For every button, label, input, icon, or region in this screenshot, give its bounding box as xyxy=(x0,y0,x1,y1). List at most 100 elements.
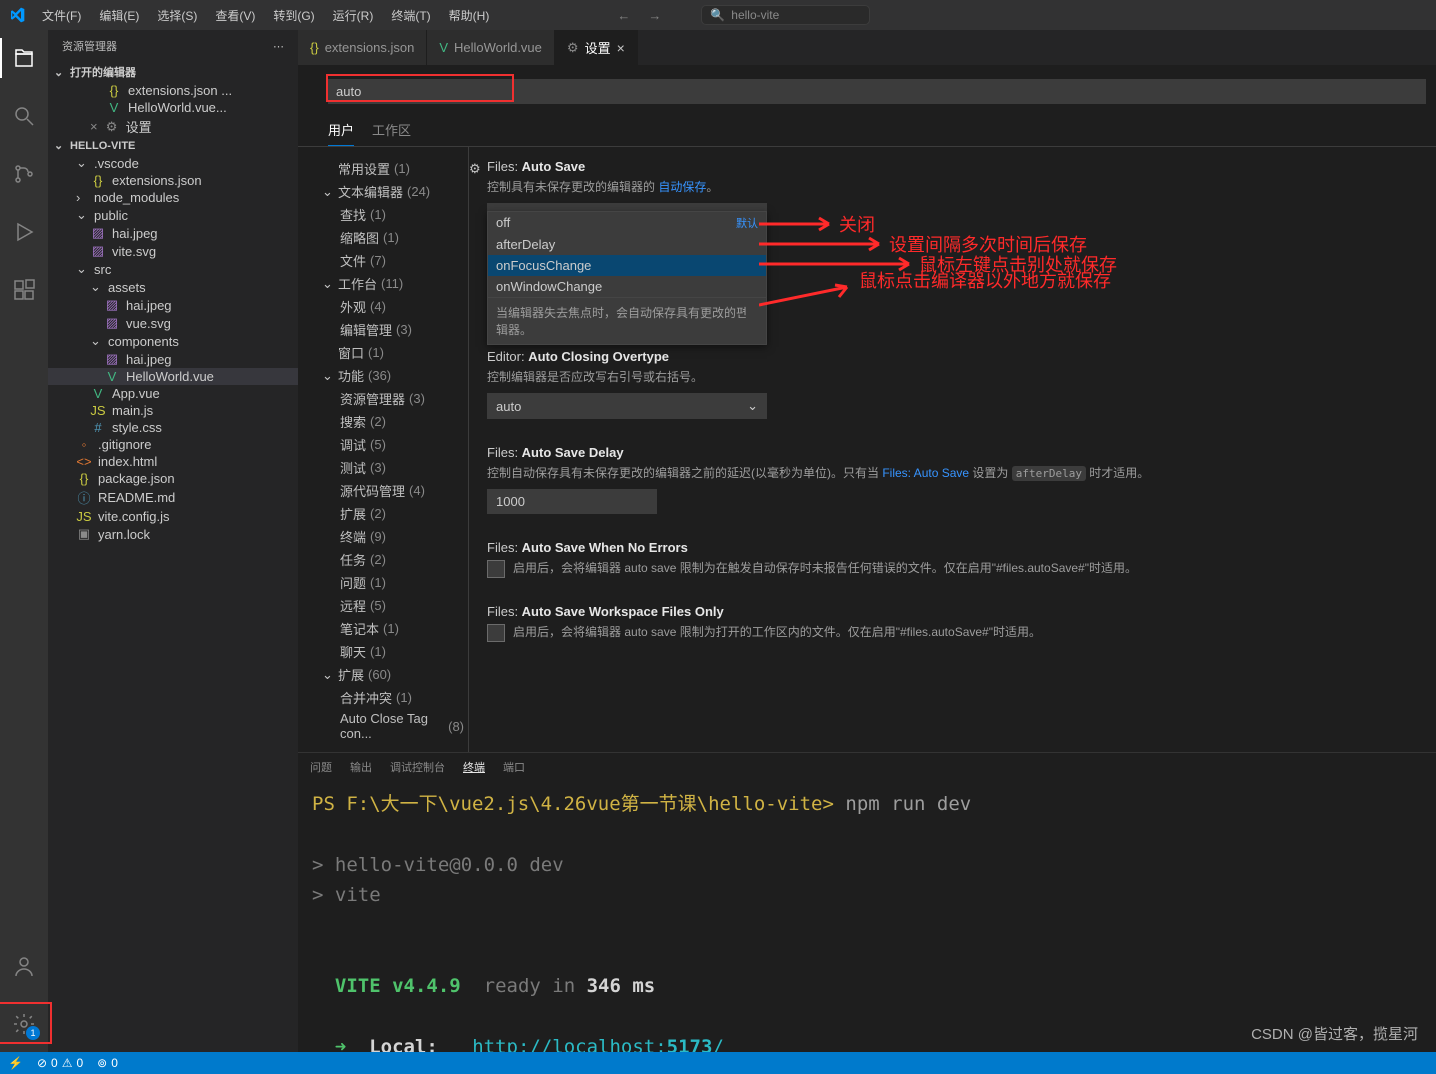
file-item[interactable]: #style.css xyxy=(48,419,298,436)
folder-item[interactable]: ⌄public xyxy=(48,206,298,224)
file-item[interactable]: ▣yarn.lock xyxy=(48,525,298,543)
menu-help[interactable]: 帮助(H) xyxy=(441,3,498,28)
folder-item[interactable]: ⌄.vscode xyxy=(48,154,298,172)
accounts-icon[interactable] xyxy=(0,946,48,986)
settings-nav-item[interactable]: 源代码管理 (4) xyxy=(318,479,468,502)
settings-nav-item[interactable]: 文件 (7) xyxy=(318,249,468,272)
settings-nav-item[interactable]: 扩展 (2) xyxy=(318,502,468,525)
open-editors-section[interactable]: ⌄打开的编辑器 xyxy=(48,62,298,82)
folder-item[interactable]: ⌄assets xyxy=(48,278,298,296)
panel-tab[interactable]: 问题 xyxy=(310,759,332,775)
settings-nav-item[interactable]: ⌄文本编辑器 (24) xyxy=(318,180,468,203)
settings-nav-item[interactable]: 常用设置 (1) xyxy=(318,157,468,180)
project-section[interactable]: ⌄HELLO-VITE xyxy=(48,137,298,154)
forward-icon[interactable]: → xyxy=(648,8,661,23)
more-icon[interactable]: ⋯ xyxy=(273,40,284,53)
source-control-icon[interactable] xyxy=(0,154,48,194)
settings-nav-item[interactable]: ⌄功能 (36) xyxy=(318,364,468,387)
settings-nav-item[interactable]: 聊天 (1) xyxy=(318,640,468,663)
menu-view[interactable]: 查看(V) xyxy=(207,3,263,28)
file-item[interactable]: <>index.html xyxy=(48,453,298,470)
delay-link[interactable]: Files: Auto Save xyxy=(882,466,969,480)
explorer-icon[interactable] xyxy=(0,38,48,78)
settings-nav-item[interactable]: 笔记本 (1) xyxy=(318,617,468,640)
settings-nav-item[interactable]: ⌄扩展 (60) xyxy=(318,663,468,686)
settings-gear-icon[interactable]: 1 xyxy=(0,1004,48,1044)
overtype-select[interactable]: auto ⌄ xyxy=(487,393,767,419)
terminal-output[interactable]: PS F:\大一下\vue2.js\4.26vue第一节课\hello-vite… xyxy=(298,781,1436,1052)
close-icon[interactable]: × xyxy=(617,40,625,56)
menu-edit[interactable]: 编辑(E) xyxy=(91,3,147,28)
settings-nav-item[interactable]: 编辑管理 (3) xyxy=(318,318,468,341)
panel-tab[interactable]: 调试控制台 xyxy=(390,759,445,775)
file-item[interactable]: VApp.vue xyxy=(48,385,298,402)
command-center[interactable]: 🔍 hello-vite xyxy=(701,5,870,25)
dropdown-option[interactable]: afterDelay xyxy=(488,234,766,255)
panel-tab[interactable]: 终端 xyxy=(463,759,485,775)
editor-tab[interactable]: VHelloWorld.vue xyxy=(427,30,555,65)
folder-item[interactable]: ›node_modules xyxy=(48,189,298,206)
dropdown-option[interactable]: onFocusChange xyxy=(488,255,766,276)
scope-user-tab[interactable]: 用户 xyxy=(328,114,354,146)
settings-nav-item[interactable]: 调试 (5) xyxy=(318,433,468,456)
settings-nav-item[interactable]: 终端 (9) xyxy=(318,525,468,548)
settings-nav-item[interactable]: Auto Close Tag con... (8) xyxy=(318,709,468,743)
open-editor-item[interactable]: VHelloWorld.vue... xyxy=(48,99,298,116)
file-item[interactable]: ▨hai.jpeg xyxy=(48,296,298,314)
close-icon[interactable]: × xyxy=(90,119,98,134)
autosave-link[interactable]: 自动保存 xyxy=(658,180,706,194)
menu-go[interactable]: 转到(G) xyxy=(265,3,322,28)
editor-tab[interactable]: {}extensions.json xyxy=(298,30,427,65)
file-item[interactable]: ▨vue.svg xyxy=(48,314,298,332)
noerrors-link[interactable]: auto save xyxy=(624,561,676,575)
settings-nav-item[interactable]: 搜索 (2) xyxy=(318,410,468,433)
settings-nav-item[interactable]: 测试 (3) xyxy=(318,456,468,479)
menu-file[interactable]: 文件(F) xyxy=(34,3,89,28)
settings-nav-item[interactable]: 缩略图 (1) xyxy=(318,226,468,249)
settings-nav-item[interactable]: 窗口 (1) xyxy=(318,341,468,364)
open-editor-item[interactable]: ×⚙设置 xyxy=(48,116,298,137)
dropdown-option[interactable]: onWindowChange xyxy=(488,276,766,297)
file-item[interactable]: JSmain.js xyxy=(48,402,298,419)
folder-item[interactable]: ⌄src xyxy=(48,260,298,278)
panel-tab[interactable]: 端口 xyxy=(503,759,525,775)
file-item[interactable]: ▨vite.svg xyxy=(48,242,298,260)
file-item[interactable]: ◦.gitignore xyxy=(48,436,298,453)
settings-nav-item[interactable]: 问题 (1) xyxy=(318,571,468,594)
file-item[interactable]: ▨hai.jpeg xyxy=(48,350,298,368)
file-item[interactable]: {}package.json xyxy=(48,470,298,487)
extensions-icon[interactable] xyxy=(0,270,48,310)
open-editor-item[interactable]: {}extensions.json ... xyxy=(48,82,298,99)
settings-nav-item[interactable]: 远程 (5) xyxy=(318,594,468,617)
menu-selection[interactable]: 选择(S) xyxy=(149,3,205,28)
search-activity-icon[interactable] xyxy=(0,96,48,136)
workspace-checkbox[interactable] xyxy=(487,624,505,642)
folder-item[interactable]: ⌄components xyxy=(48,332,298,350)
settings-nav-item[interactable]: 合并冲突 (1) xyxy=(318,686,468,709)
status-port[interactable]: ⊚0 xyxy=(97,1056,118,1070)
remote-indicator[interactable]: ⚡ xyxy=(8,1056,23,1070)
settings-nav-item[interactable]: 任务 (2) xyxy=(318,548,468,571)
back-icon[interactable]: ← xyxy=(617,8,630,23)
panel-tab[interactable]: 输出 xyxy=(350,759,372,775)
run-debug-icon[interactable] xyxy=(0,212,48,252)
scope-workspace-tab[interactable]: 工作区 xyxy=(372,114,411,146)
setting-modified-icon[interactable]: ⚙ xyxy=(469,161,481,177)
file-item[interactable]: ▨hai.jpeg xyxy=(48,224,298,242)
dropdown-option[interactable]: off默认 xyxy=(488,212,766,234)
settings-nav-item[interactable]: 外观 (4) xyxy=(318,295,468,318)
file-item[interactable]: VHelloWorld.vue xyxy=(48,368,298,385)
editor-tab[interactable]: ⚙设置× xyxy=(555,30,638,65)
settings-nav-item[interactable]: ⌄工作台 (11) xyxy=(318,272,468,295)
file-item[interactable]: {}extensions.json xyxy=(48,172,298,189)
settings-nav-item[interactable]: 查找 (1) xyxy=(318,203,468,226)
delay-input[interactable]: 1000 xyxy=(487,489,657,514)
menu-run[interactable]: 运行(R) xyxy=(325,3,382,28)
status-problems[interactable]: ⊘0 ⚠0 xyxy=(37,1056,83,1070)
file-item[interactable]: JSvite.config.js xyxy=(48,508,298,525)
workspace-link[interactable]: auto save xyxy=(624,625,676,639)
menu-terminal[interactable]: 终端(T) xyxy=(383,3,438,28)
settings-nav-item[interactable]: 资源管理器 (3) xyxy=(318,387,468,410)
file-item[interactable]: ⓘREADME.md xyxy=(48,487,298,508)
noerrors-checkbox[interactable] xyxy=(487,560,505,578)
